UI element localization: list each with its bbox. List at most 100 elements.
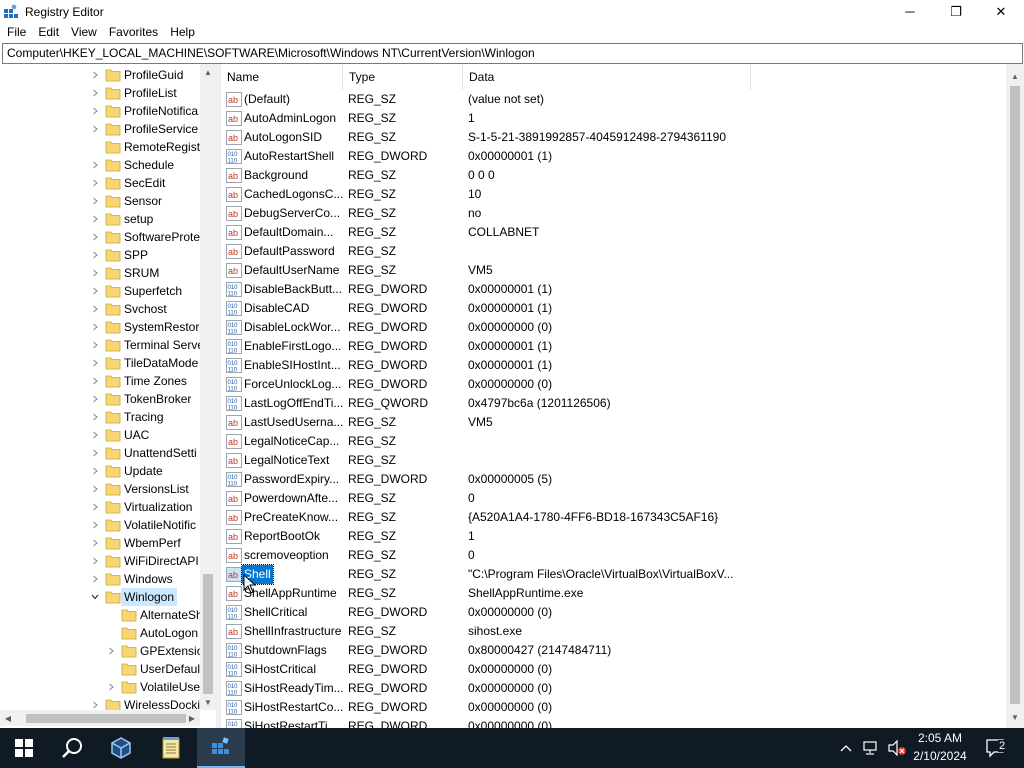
column-type[interactable]: Type: [343, 64, 463, 90]
tree-item[interactable]: Update: [0, 462, 200, 480]
chevron-right-icon[interactable]: [90, 304, 100, 314]
tree-item[interactable]: SystemRestore: [0, 318, 206, 336]
chevron-right-icon[interactable]: [90, 286, 100, 296]
taskbar-virtualbox[interactable]: [97, 728, 145, 768]
taskbar-notepad[interactable]: [147, 728, 195, 768]
value-row[interactable]: ab DefaultDomain... REG_SZ COLLABNET: [221, 223, 1008, 242]
tree-item[interactable]: Time Zones: [0, 372, 200, 390]
value-row[interactable]: 010 110 ForceUnlockLog... REG_DWORD 0x000000…: [221, 375, 1008, 394]
value-row[interactable]: 010 110 DisableBackButt... REG_DWORD 0x00000…: [221, 280, 1008, 299]
value-row[interactable]: 010 110 EnableFirstLogo... REG_DWORD 0x00000…: [221, 337, 1008, 356]
scroll-up-icon[interactable]: ▲: [200, 64, 216, 80]
chevron-right-icon[interactable]: [106, 682, 116, 692]
scroll-down-icon[interactable]: ▼: [200, 694, 216, 710]
chevron-right-icon[interactable]: [90, 160, 100, 170]
tree-item[interactable]: Virtualization: [0, 498, 200, 516]
scroll-left-icon[interactable]: ◀: [0, 710, 16, 726]
tree-item[interactable]: ProfileNotifica: [0, 102, 200, 120]
tree-item[interactable]: SecEdit: [0, 174, 200, 192]
value-row[interactable]: 010110SiHostRestartTi... REG_DWORD 0x00000…: [221, 717, 1008, 728]
value-row[interactable]: 010 110 EnableSIHostInt... REG_DWORD 0x00000…: [221, 356, 1008, 375]
search-button[interactable]: [48, 728, 96, 768]
menu-favorites[interactable]: Favorites: [103, 23, 164, 42]
tree-item[interactable]: setup: [0, 210, 200, 228]
tree-item[interactable]: VolatileNotific: [0, 516, 200, 534]
tree-item[interactable]: Schedule: [0, 156, 200, 174]
value-row[interactable]: 010 110 PasswordExpiry... REG_DWORD 0x000000…: [221, 470, 1008, 489]
value-row[interactable]: ab LegalNoticeText REG_SZ: [221, 451, 1008, 470]
chevron-right-icon[interactable]: [90, 70, 100, 80]
tree-item[interactable]: SRUM: [0, 264, 200, 282]
value-row[interactable]: 010 110 SiHostCritical REG_DWORD 0x00000000 …: [221, 660, 1008, 679]
chevron-right-icon[interactable]: [90, 358, 100, 368]
value-row[interactable]: ab AutoLogonSID REG_SZ S-1-5-21-3891992857-…: [221, 128, 1008, 147]
tree-vertical-scrollbar[interactable]: ▲ ▼: [200, 64, 216, 710]
chevron-right-icon[interactable]: [90, 196, 100, 206]
value-row[interactable]: 010 110 LastLogOffEndTi... REG_QWORD 0x4797b…: [221, 394, 1008, 413]
chevron-right-icon[interactable]: [90, 466, 100, 476]
tree-item[interactable]: AlternateSh: [0, 606, 203, 624]
clock-date[interactable]: 2/10/2024: [906, 749, 974, 763]
tree-horizontal-scrollbar[interactable]: ◀ ▶: [0, 710, 200, 726]
chevron-right-icon[interactable]: [90, 250, 100, 260]
value-row[interactable]: 010 110 DisableLockWor... REG_DWORD 0x000000…: [221, 318, 1008, 337]
chevron-right-icon[interactable]: [90, 178, 100, 188]
tree-item[interactable]: UserDefaul: [0, 660, 200, 678]
value-row[interactable]: ab PowerdownAfte... REG_SZ 0: [221, 489, 1008, 508]
start-button[interactable]: [0, 728, 48, 768]
value-row[interactable]: ab ShellAppRuntime REG_SZ ShellAppRuntime.e…: [221, 584, 1008, 603]
tree-hscroll-thumb[interactable]: [26, 714, 186, 723]
value-row[interactable]: ab (Default) REG_SZ (value not set): [221, 90, 1008, 109]
tree-item[interactable]: WiFiDirectAPI: [0, 552, 200, 570]
value-row[interactable]: 010 110 ShellCritical REG_DWORD 0x00000000 (…: [221, 603, 1008, 622]
value-row[interactable]: ab AutoAdminLogon REG_SZ 1: [221, 109, 1008, 128]
show-hidden-icons-button[interactable]: [834, 728, 858, 768]
scroll-up-icon[interactable]: ▲: [1007, 68, 1023, 84]
tree-scroll-thumb[interactable]: [203, 574, 213, 694]
chevron-right-icon[interactable]: [90, 574, 100, 584]
value-row[interactable]: 010 110 SiHostReadyTim... REG_DWORD 0x000000…: [221, 679, 1008, 698]
menu-file[interactable]: File: [1, 23, 32, 42]
value-row[interactable]: ab scremoveoption REG_SZ 0: [221, 546, 1008, 565]
tree-item[interactable]: ProfileList: [0, 84, 200, 102]
chevron-right-icon[interactable]: [106, 646, 116, 656]
column-name[interactable]: Name: [221, 64, 343, 90]
tree-item[interactable]: AutoLogon: [0, 624, 200, 642]
value-row[interactable]: ab DefaultUserName REG_SZ VM5: [221, 261, 1008, 280]
chevron-right-icon[interactable]: [90, 484, 100, 494]
chevron-right-icon[interactable]: [90, 412, 100, 422]
tree-item[interactable]: Tracing: [0, 408, 200, 426]
list-vertical-scrollbar[interactable]: ▲ ▼: [1006, 64, 1024, 728]
tree-item[interactable]: UnattendSetti: [0, 444, 200, 462]
tree-item[interactable]: TokenBroker: [0, 390, 200, 408]
taskbar-registry-editor[interactable]: [197, 728, 245, 768]
tree-item[interactable]: ProfileGuid: [0, 66, 200, 84]
chevron-right-icon[interactable]: [90, 394, 100, 404]
chevron-right-icon[interactable]: [90, 556, 100, 566]
maximize-button[interactable]: ❐: [933, 0, 979, 23]
value-row[interactable]: ab Background REG_SZ 0 0 0: [221, 166, 1008, 185]
value-row[interactable]: ab ReportBootOk REG_SZ 1: [221, 527, 1008, 546]
value-row[interactable]: ab DebugServerCo... REG_SZ no: [221, 204, 1008, 223]
list-scroll-thumb[interactable]: [1010, 86, 1020, 704]
chevron-right-icon[interactable]: [90, 430, 100, 440]
chevron-right-icon[interactable]: [90, 376, 100, 386]
tree-item[interactable]: Superfetch: [0, 282, 200, 300]
value-row[interactable]: 010 110 DisableCAD REG_DWORD 0x00000001 (1): [221, 299, 1008, 318]
clock-time[interactable]: 2:05 AM: [910, 731, 970, 745]
menu-edit[interactable]: Edit: [32, 23, 65, 42]
value-row[interactable]: ab DefaultPassword REG_SZ: [221, 242, 1008, 261]
tree-item[interactable]: Svchost: [0, 300, 200, 318]
chevron-right-icon[interactable]: [90, 88, 100, 98]
tree-item[interactable]: ProfileService: [0, 120, 200, 138]
close-button[interactable]: ✕: [978, 0, 1024, 23]
chevron-right-icon[interactable]: [90, 502, 100, 512]
tree-item[interactable]: SoftwareProte: [0, 228, 200, 246]
tree-item[interactable]: GPExtensio: [0, 642, 203, 660]
value-row[interactable]: ab ShellInfrastructure REG_SZ sihost.exe: [221, 622, 1008, 641]
chevron-right-icon[interactable]: [90, 322, 100, 332]
tree-item[interactable]: Winlogon: [0, 588, 200, 606]
column-data[interactable]: Data: [463, 64, 751, 90]
tree-item[interactable]: Windows: [0, 570, 200, 588]
key-tree[interactable]: ProfileGuid ProfileList ProfileNotifica Pro…: [0, 64, 216, 728]
